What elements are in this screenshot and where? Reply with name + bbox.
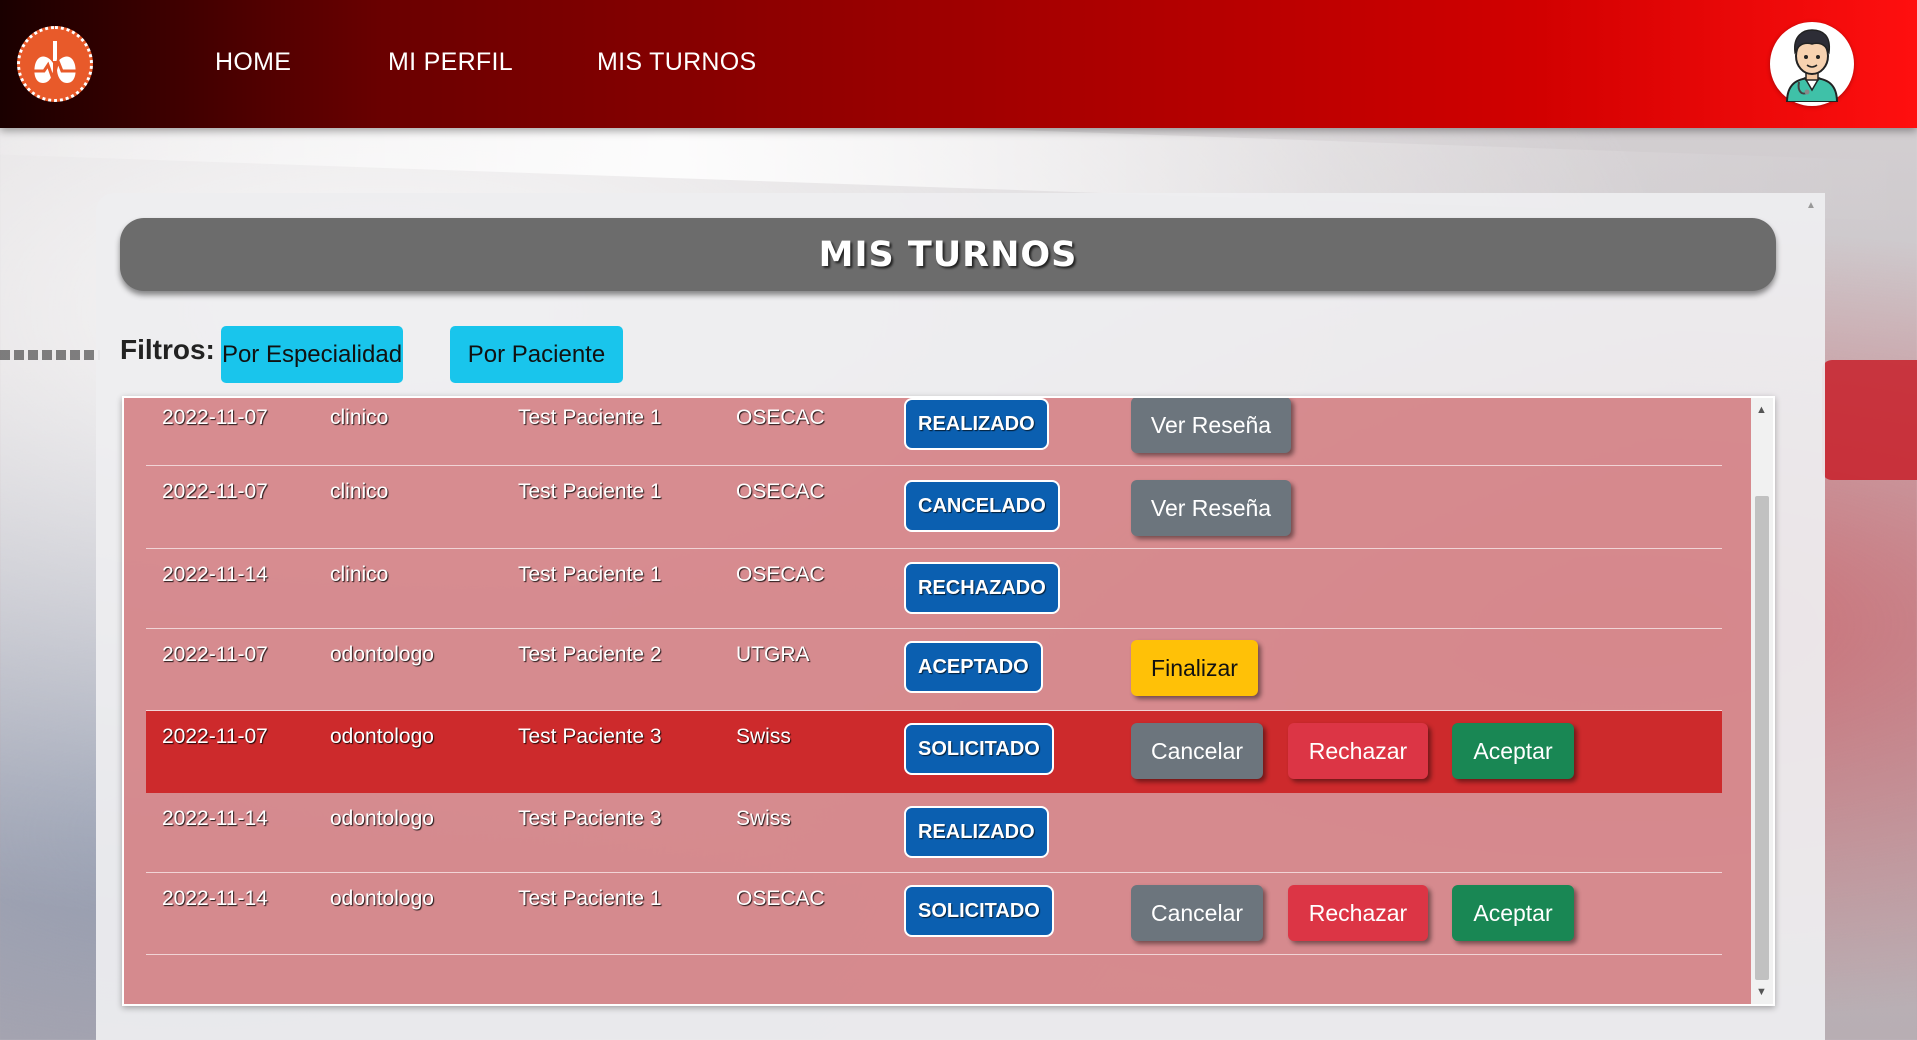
cell-insurance: OSECAC <box>736 887 825 910</box>
status-badge: CANCELADO <box>904 480 1060 532</box>
cell-date: 2022-11-07 <box>162 406 268 429</box>
cell-patient: Test Paciente 1 <box>518 887 662 910</box>
cell-specialty: odontologo <box>330 725 434 748</box>
appointments-table[interactable]: 2022-11-07 clinico Test Paciente 1 OSECA… <box>122 396 1775 1006</box>
table-row: 2022-11-14 clinico Test Paciente 1 OSECA… <box>146 549 1722 629</box>
table-scrollbar[interactable]: ▲ ▼ <box>1751 398 1773 1004</box>
view-review-button[interactable]: Ver Reseña <box>1131 398 1291 453</box>
page-title-bar: MIS TURNOS <box>120 218 1776 291</box>
reject-button[interactable]: Rechazar <box>1288 885 1428 941</box>
background-detail <box>0 350 100 360</box>
cell-insurance: OSECAC <box>736 563 825 586</box>
status-badge: RECHAZADO <box>904 562 1060 614</box>
cell-insurance: OSECAC <box>736 480 825 503</box>
filter-by-specialty-button[interactable]: Por Especialidad <box>221 326 403 383</box>
status-badge: SOLICITADO <box>904 885 1054 937</box>
background-red-detail <box>1822 360 1917 480</box>
cancel-button[interactable]: Cancelar <box>1131 885 1263 941</box>
nav-profile-link[interactable]: MI PERFIL <box>388 48 513 77</box>
table-row: 2022-11-07 odontologo Test Paciente 2 UT… <box>146 629 1722 711</box>
status-badge: REALIZADO <box>904 806 1049 858</box>
reject-button[interactable]: Rechazar <box>1288 723 1428 779</box>
filters-label: Filtros: <box>120 334 215 365</box>
panel-scroll-up-arrow[interactable]: ▲ <box>1806 200 1816 211</box>
cancel-button[interactable]: Cancelar <box>1131 723 1263 779</box>
finish-button[interactable]: Finalizar <box>1131 640 1258 696</box>
page-title: MIS TURNOS <box>818 234 1078 275</box>
cell-specialty: odontologo <box>330 643 434 666</box>
cell-insurance: UTGRA <box>736 643 810 666</box>
nav-appointments-link[interactable]: MIS TURNOS <box>597 48 757 77</box>
table-row: 2022-11-14 odontologo Test Paciente 3 Sw… <box>146 793 1722 873</box>
table-row: 2022-11-07 clinico Test Paciente 1 OSECA… <box>146 466 1722 549</box>
cell-date: 2022-11-14 <box>162 563 268 586</box>
cell-patient: Test Paciente 3 <box>518 807 662 830</box>
cell-date: 2022-11-07 <box>162 480 268 503</box>
accept-button[interactable]: Aceptar <box>1452 885 1574 941</box>
app-logo[interactable] <box>17 26 93 102</box>
table-row: 2022-11-14 odontologo Test Paciente 1 OS… <box>146 873 1722 955</box>
cell-patient: Test Paciente 2 <box>518 643 662 666</box>
scroll-thumb[interactable] <box>1755 496 1769 980</box>
cell-specialty: odontologo <box>330 887 434 910</box>
filter-by-patient-button[interactable]: Por Paciente <box>450 326 623 383</box>
table-row-highlighted: 2022-11-07 odontologo Test Paciente 3 Sw… <box>146 711 1722 793</box>
cell-specialty: clinico <box>330 480 389 503</box>
scroll-up-arrow[interactable]: ▲ <box>1756 404 1767 416</box>
lungs-heartbeat-icon <box>32 41 78 84</box>
accept-button[interactable]: Aceptar <box>1452 723 1574 779</box>
scroll-down-arrow[interactable]: ▼ <box>1756 986 1767 998</box>
cell-date: 2022-11-14 <box>162 887 268 910</box>
user-avatar[interactable] <box>1770 22 1854 106</box>
cell-specialty: clinico <box>330 406 389 429</box>
status-badge: ACEPTADO <box>904 641 1043 693</box>
top-navbar: HOME MI PERFIL MIS TURNOS <box>0 0 1917 128</box>
cell-specialty: clinico <box>330 563 389 586</box>
cell-insurance: Swiss <box>736 807 791 830</box>
status-badge: REALIZADO <box>904 398 1049 450</box>
nav-home-link[interactable]: HOME <box>215 48 291 77</box>
cell-date: 2022-11-14 <box>162 807 268 830</box>
cell-insurance: OSECAC <box>736 406 825 429</box>
cell-patient: Test Paciente 1 <box>518 406 662 429</box>
cell-date: 2022-11-07 <box>162 725 268 748</box>
cell-insurance: Swiss <box>736 725 791 748</box>
status-badge: SOLICITADO <box>904 723 1054 775</box>
doctor-avatar-icon <box>1785 29 1839 102</box>
cell-specialty: odontologo <box>330 807 434 830</box>
table-row: 2022-11-07 clinico Test Paciente 1 OSECA… <box>146 398 1722 466</box>
view-review-button[interactable]: Ver Reseña <box>1131 480 1291 536</box>
cell-patient: Test Paciente 1 <box>518 480 662 503</box>
cell-patient: Test Paciente 3 <box>518 725 662 748</box>
cell-date: 2022-11-07 <box>162 643 268 666</box>
cell-patient: Test Paciente 1 <box>518 563 662 586</box>
